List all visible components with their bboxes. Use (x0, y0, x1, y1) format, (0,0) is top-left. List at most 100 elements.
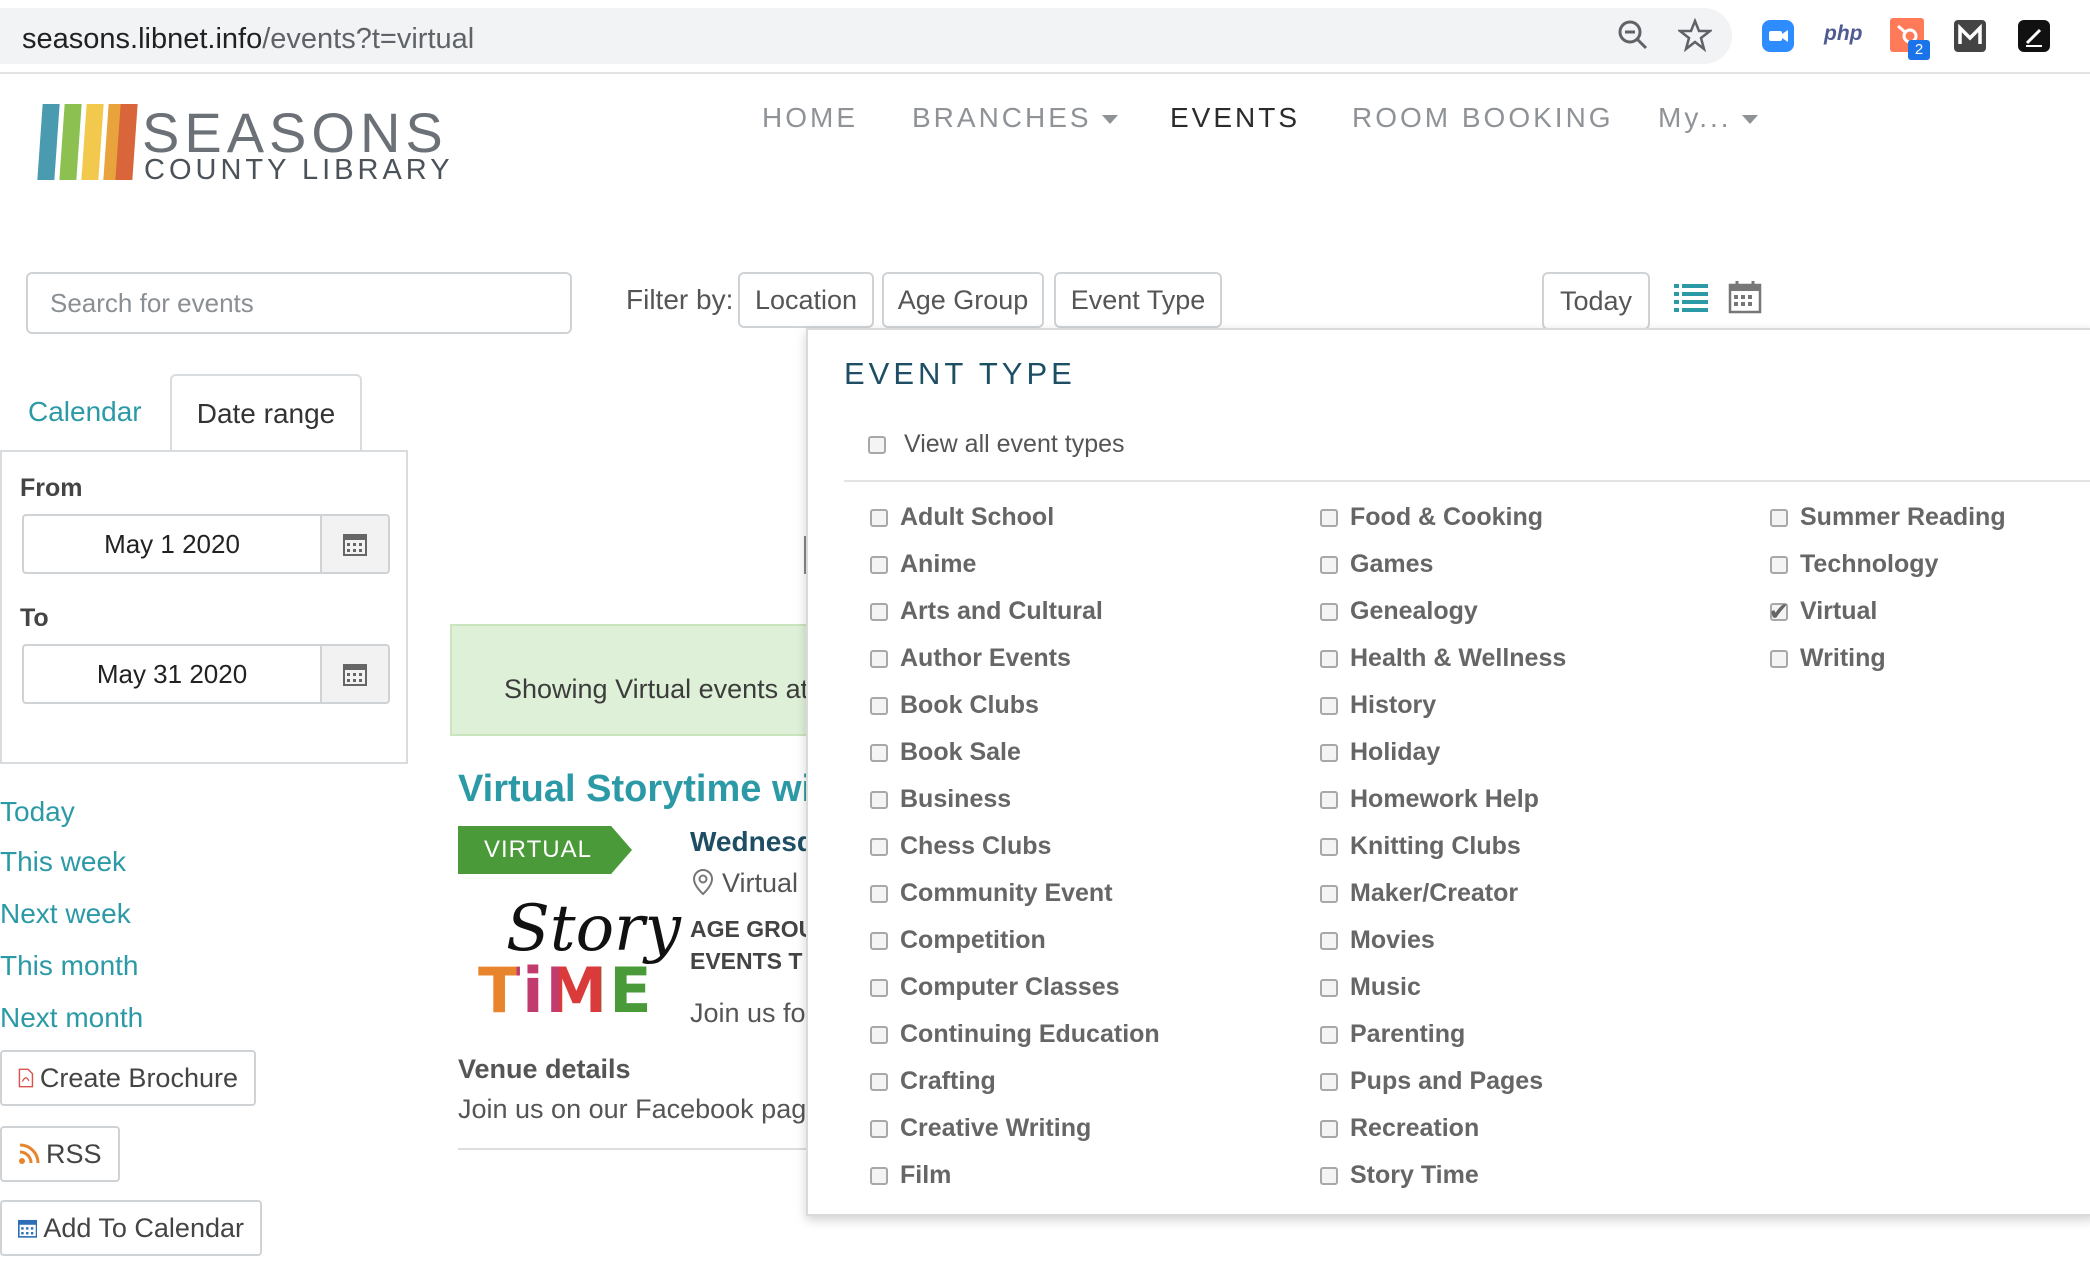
event-type-option-history[interactable]: History (1320, 682, 1566, 729)
event-type-option-crafting[interactable]: Crafting (870, 1058, 1160, 1105)
zoom-magnifier-icon[interactable] (1616, 18, 1650, 56)
event-type-option-movies[interactable]: Movies (1320, 917, 1566, 964)
event-type-option-holiday[interactable]: Holiday (1320, 729, 1566, 776)
event-type-option-adult-school[interactable]: Adult School (870, 494, 1160, 541)
nav-events[interactable]: EVENTS (1170, 102, 1300, 134)
event-type-option-creative-writing[interactable]: Creative Writing (870, 1105, 1160, 1152)
checkbox[interactable] (1320, 743, 1338, 762)
event-type-option-recreation[interactable]: Recreation (1320, 1105, 1566, 1152)
zoom-extension-icon[interactable] (1762, 20, 1794, 52)
checkbox[interactable] (870, 508, 888, 527)
checkbox[interactable] (1320, 1025, 1338, 1044)
event-type-option-music[interactable]: Music (1320, 964, 1566, 1011)
checkbox[interactable] (1320, 508, 1338, 527)
checkbox[interactable]: ✔ (1769, 599, 1790, 624)
checkbox[interactable] (1320, 649, 1338, 668)
checkbox[interactable] (1320, 1072, 1338, 1091)
bookmark-star-icon[interactable] (1676, 17, 1714, 56)
address-bar[interactable]: seasons.libnet.info/events?t=virtual (0, 8, 1732, 64)
event-type-option-food-cooking[interactable]: Food & Cooking (1320, 494, 1566, 541)
checkbox[interactable] (870, 555, 888, 574)
checkbox[interactable] (870, 1072, 888, 1091)
event-type-option-homework-help[interactable]: Homework Help (1320, 776, 1566, 823)
add-to-calendar-button[interactable]: Add To Calendar (0, 1200, 262, 1256)
create-brochure-button[interactable]: Create Brochure (0, 1050, 256, 1106)
event-type-option-arts-and-cultural[interactable]: Arts and Cultural (870, 588, 1160, 635)
nav-branches[interactable]: BRANCHES (912, 102, 1118, 134)
search-events-input[interactable] (26, 272, 572, 334)
to-calendar-button[interactable] (320, 644, 390, 704)
checkbox[interactable] (1320, 790, 1338, 809)
hubspot-extension-icon[interactable]: 2 (1890, 18, 1930, 60)
quick-link-today[interactable]: Today (0, 796, 75, 828)
event-type-option-continuing-education[interactable]: Continuing Education (870, 1011, 1160, 1058)
story-time-image[interactable]: Story TiME (478, 892, 681, 1027)
checkbox[interactable] (870, 1166, 888, 1185)
checkbox[interactable] (870, 931, 888, 950)
event-type-option-author-events[interactable]: Author Events (870, 635, 1160, 682)
event-type-option-computer-classes[interactable]: Computer Classes (870, 964, 1160, 1011)
event-type-option-summer-reading[interactable]: Summer Reading (1770, 494, 2006, 541)
checkbox[interactable] (1320, 884, 1338, 903)
quick-link-next-month[interactable]: Next month (0, 1002, 143, 1034)
event-type-filter-button[interactable]: Event Type (1054, 272, 1222, 328)
event-type-option-book-clubs[interactable]: Book Clubs (870, 682, 1160, 729)
checkbox[interactable] (870, 1119, 888, 1138)
checkbox[interactable] (1320, 696, 1338, 715)
checkbox[interactable] (1320, 837, 1338, 856)
checkbox[interactable] (1320, 1119, 1338, 1138)
checkbox[interactable] (1320, 555, 1338, 574)
view-all-checkbox[interactable] (868, 435, 886, 454)
event-type-option-competition[interactable]: Competition (870, 917, 1160, 964)
url-text[interactable]: seasons.libnet.info/events?t=virtual (22, 23, 474, 56)
checkbox[interactable] (870, 602, 888, 621)
event-type-option-technology[interactable]: Technology (1770, 541, 2006, 588)
checkbox[interactable] (1770, 649, 1788, 668)
checkbox[interactable] (870, 696, 888, 715)
event-type-option-community-event[interactable]: Community Event (870, 870, 1160, 917)
checkbox[interactable] (1770, 555, 1788, 574)
checkbox[interactable] (870, 790, 888, 809)
pen-extension-icon[interactable] (2018, 20, 2050, 52)
event-type-option-chess-clubs[interactable]: Chess Clubs (870, 823, 1160, 870)
event-type-option-virtual[interactable]: ✔ Virtual (1769, 588, 2006, 635)
checkbox[interactable] (870, 978, 888, 997)
quick-link-this-month[interactable]: This month (0, 950, 139, 982)
from-date-field[interactable]: May 1 2020 (22, 514, 322, 574)
checkbox[interactable] (870, 649, 888, 668)
event-type-option-writing[interactable]: Writing (1770, 635, 2006, 682)
tab-calendar[interactable]: Calendar (28, 396, 142, 428)
checkbox[interactable] (1320, 1166, 1338, 1185)
from-calendar-button[interactable] (320, 514, 390, 574)
age-group-filter-button[interactable]: Age Group (882, 272, 1044, 328)
event-type-option-games[interactable]: Games (1320, 541, 1566, 588)
location-filter-button[interactable]: Location (738, 272, 874, 328)
rss-button[interactable]: RSS (0, 1126, 120, 1182)
event-title-link[interactable]: Virtual Storytime wi (458, 768, 812, 811)
nav-my[interactable]: My... (1658, 102, 1758, 134)
php-extension-icon[interactable]: php (1824, 22, 1862, 46)
view-all-event-types-option[interactable]: View all event types (868, 430, 1125, 459)
tab-date-range[interactable]: Date range (170, 374, 362, 452)
event-type-option-genealogy[interactable]: Genealogy (1320, 588, 1566, 635)
nav-room-booking[interactable]: ROOM BOOKING (1352, 102, 1614, 134)
to-date-field[interactable]: May 31 2020 (22, 644, 322, 704)
checkbox[interactable] (870, 743, 888, 762)
checkbox[interactable] (870, 884, 888, 903)
event-type-option-knitting-clubs[interactable]: Knitting Clubs (1320, 823, 1566, 870)
nav-home[interactable]: HOME (762, 102, 858, 134)
checkbox[interactable] (870, 1025, 888, 1044)
list-view-icon[interactable] (1674, 282, 1708, 317)
checkbox[interactable] (1320, 602, 1338, 621)
checkbox[interactable] (1320, 931, 1338, 950)
today-button[interactable]: Today (1542, 272, 1650, 330)
event-type-option-story-time[interactable]: Story Time (1320, 1152, 1566, 1199)
event-type-option-business[interactable]: Business (870, 776, 1160, 823)
event-type-option-film[interactable]: Film (870, 1152, 1160, 1199)
checkbox[interactable] (1320, 978, 1338, 997)
checkbox[interactable] (1770, 508, 1788, 527)
event-type-option-parenting[interactable]: Parenting (1320, 1011, 1566, 1058)
checkbox[interactable] (870, 837, 888, 856)
event-type-option-pups-and-pages[interactable]: Pups and Pages (1320, 1058, 1566, 1105)
event-type-option-anime[interactable]: Anime (870, 541, 1160, 588)
